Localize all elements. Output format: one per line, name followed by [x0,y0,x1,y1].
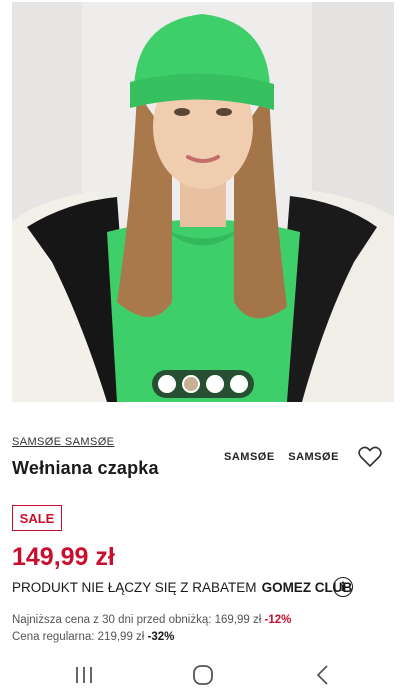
heart-icon[interactable] [358,446,382,468]
system-nav-bar [0,652,414,699]
brand-logo[interactable]: SAMSØE SAMSØE [224,451,339,463]
regular-price-discount: -32% [147,631,175,643]
promo-text: PRODUKT NIE ŁĄCZY SIĘ Z RABATEM [12,580,257,595]
product-title: Wełniana czapka [12,458,159,478]
product-photo [12,2,394,402]
sale-badge: SALE [12,505,62,531]
product-price: 149,99 zł [12,543,115,571]
gallery-dot-2[interactable] [182,375,200,393]
regular-price-info: Cena regularna: 219,99 zł -32% [12,631,174,643]
product-image[interactable] [12,2,394,402]
lowest-price-info: Najniższa cena z 30 dni przed obniżką: 1… [12,614,291,626]
home-icon[interactable] [191,664,215,686]
regular-price-label: Cena regularna: 219,99 zł [12,631,145,643]
promo-notice: PRODUKT NIE ŁĄCZY SIĘ Z RABATEM GOMEZ CL… [12,580,352,595]
gallery-dot-3[interactable] [206,375,224,393]
lowest-price-label: Najniższa cena z 30 dni przed obniżką: 1… [12,614,262,626]
gallery-dot-4[interactable] [230,375,248,393]
gallery-pagination [152,370,254,398]
brand-link[interactable]: SAMSØE SAMSØE [12,436,114,448]
lowest-price-discount: -12% [264,614,292,626]
recents-icon[interactable] [72,664,96,686]
gallery-dot-1[interactable] [158,375,176,393]
back-icon[interactable] [312,664,336,686]
info-icon[interactable]: i [333,577,353,597]
